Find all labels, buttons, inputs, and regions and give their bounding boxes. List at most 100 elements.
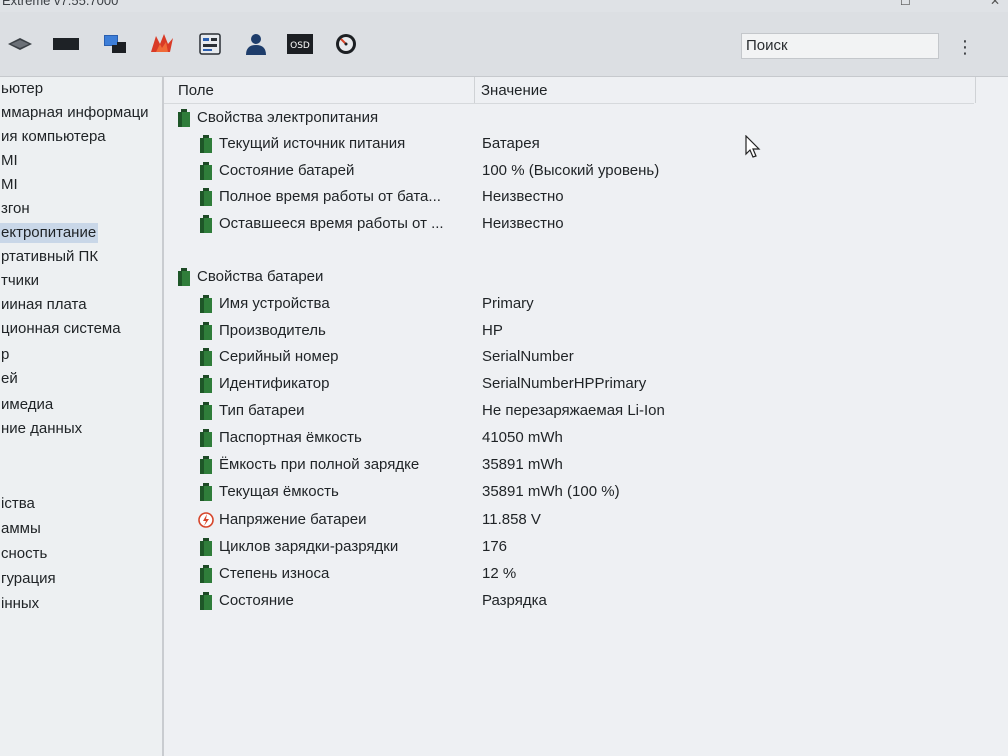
battery-icon — [200, 322, 212, 340]
table-row[interactable]: Текущая ёмкость 35891 mWh (100 %) — [164, 480, 964, 504]
network-icon[interactable] — [102, 32, 130, 56]
window-titlebar: Extreme v7.55.7000 ☐ ✕ — [0, 0, 1008, 12]
table-row[interactable]: Паспортная ёмкость 41050 mWh — [164, 426, 964, 450]
close-button[interactable]: ✕ — [990, 0, 1000, 8]
column-header-value[interactable]: Значение — [481, 82, 548, 99]
table-row[interactable]: Напряжение батареи 11.858 V — [164, 508, 964, 532]
field-label: Идентификатор — [219, 375, 330, 392]
field-label: Ёмкость при полной зарядке — [219, 456, 420, 473]
table-row[interactable]: Полное время работы от бата... Неизвестно — [164, 185, 964, 209]
table-row[interactable]: Текущий источник питания Батарея — [164, 132, 964, 156]
battery-icon — [200, 375, 212, 393]
battery-icon — [200, 135, 212, 153]
group-row[interactable]: Свойства батареи — [164, 265, 964, 289]
sidebar-item[interactable]: имедиа — [0, 395, 55, 415]
column-divider — [975, 77, 976, 103]
battery-icon — [200, 402, 212, 420]
field-value: Primary — [482, 295, 534, 312]
table-row[interactable]: Тип батареи Не перезаряжаемая Li-Ion — [164, 399, 964, 423]
battery-icon — [200, 456, 212, 474]
field-value: 100 % (Высокий уровень) — [482, 162, 660, 179]
field-label: Производитель — [219, 322, 326, 339]
battery-icon — [200, 538, 212, 556]
osd-label: OSD — [290, 41, 310, 51]
sidebar-item[interactable]: аммы — [0, 519, 43, 539]
sidebar-item[interactable]: ей — [0, 369, 20, 389]
table-row[interactable]: Идентификатор SerialNumberHPPrimary — [164, 372, 964, 396]
osd-icon[interactable]: OSD — [286, 32, 314, 56]
sidebar-item[interactable]: тчики — [0, 271, 41, 291]
field-label: Тип батареи — [219, 402, 305, 419]
battery-icon — [178, 268, 190, 286]
battery-icon — [178, 109, 190, 127]
column-header-field[interactable]: Поле — [178, 82, 214, 99]
chip-icon[interactable] — [6, 32, 34, 56]
search-input[interactable]: Поиск — [741, 33, 939, 59]
voltage-icon — [198, 512, 214, 528]
sidebar-item[interactable]: MI — [0, 151, 20, 171]
field-label: Свойства электропитания — [197, 109, 379, 126]
field-value: Неизвестно — [482, 215, 564, 232]
devices-icon[interactable] — [196, 32, 224, 56]
battery-icon — [200, 348, 212, 366]
sidebar-item[interactable]: гурация — [0, 569, 58, 589]
sidebar-item[interactable]: інных — [0, 594, 41, 614]
sidebar-item[interactable]: ние данных — [0, 419, 84, 439]
menu-icon[interactable]: ⋮ — [955, 36, 975, 58]
sidebar-item[interactable]: ииная плата — [0, 295, 89, 315]
sidebar-item[interactable]: ртативный ПК — [0, 247, 100, 267]
field-value: 11.858 V — [482, 511, 541, 528]
field-value: HP — [482, 322, 503, 339]
display-icon[interactable] — [52, 32, 80, 56]
field-label: Текущая ёмкость — [219, 483, 339, 500]
field-label: Текущий источник питания — [219, 135, 406, 152]
group-row[interactable]: Свойства электропитания — [164, 106, 964, 130]
field-value: Неизвестно — [482, 188, 564, 205]
sidebar-item[interactable] — [0, 445, 3, 465]
sidebar-item[interactable]: ьютер — [0, 79, 45, 99]
sidebar-item[interactable]: MI — [0, 175, 20, 195]
sidebar-item[interactable]: ционная система — [0, 319, 123, 339]
sidebar-item[interactable]: сность — [0, 544, 49, 564]
field-value: Не перезаряжаемая Li-Ion — [482, 402, 665, 419]
battery-icon — [200, 565, 212, 583]
field-label: Полное время работы от бата... — [219, 188, 441, 205]
table-row[interactable]: Производитель HP — [164, 319, 964, 343]
field-label: Свойства батареи — [197, 268, 324, 285]
gauge-icon[interactable] — [332, 32, 360, 56]
battery-icon — [200, 592, 212, 610]
sidebar-item[interactable] — [0, 469, 3, 489]
user-icon[interactable] — [242, 32, 270, 56]
field-label: Состояние батарей — [219, 162, 355, 179]
field-label: Напряжение батареи — [219, 511, 367, 528]
field-value: 41050 mWh — [482, 429, 563, 446]
table-row[interactable]: Состояние батарей 100 % (Высокий уровень) — [164, 159, 964, 183]
table-row[interactable]: Имя устройства Primary — [164, 292, 964, 316]
field-value: SerialNumber — [482, 348, 574, 365]
field-label: Паспортная ёмкость — [219, 429, 362, 446]
directx-icon[interactable] — [148, 32, 176, 56]
maximize-button[interactable]: ☐ — [900, 0, 911, 8]
sidebar-item[interactable]: згон — [0, 199, 32, 219]
sidebar-item[interactable]: ммарная информаци — [0, 103, 151, 123]
details-panel: Поле Значение Свойства электропитания Тек… — [164, 77, 1008, 756]
battery-icon — [200, 429, 212, 447]
column-divider[interactable] — [474, 77, 475, 103]
sidebar-item[interactable]: іства — [0, 494, 37, 514]
sidebar-item[interactable]: р — [0, 345, 11, 365]
table-row[interactable]: Циклов зарядки-разрядки 176 — [164, 535, 964, 559]
table-row[interactable]: Серийный номер SerialNumber — [164, 345, 964, 369]
battery-icon — [200, 483, 212, 501]
field-label: Имя устройства — [219, 295, 330, 312]
sidebar-item[interactable]: ия компьютера — [0, 127, 108, 147]
sidebar-item[interactable]: ектропитание — [0, 223, 99, 243]
field-label: Циклов зарядки-разрядки — [219, 538, 399, 555]
field-label: Серийный номер — [219, 348, 339, 365]
table-row[interactable]: Оставшееся время работы от ... Неизвестно — [164, 212, 964, 236]
table-row[interactable]: Степень износа 12 % — [164, 562, 964, 586]
field-value: Батарея — [482, 135, 540, 152]
field-value: Разрядка — [482, 592, 547, 609]
table-row[interactable]: Ёмкость при полной зарядке 35891 mWh — [164, 453, 964, 477]
table-row[interactable]: Состояние Разрядка — [164, 589, 964, 613]
field-label: Степень износа — [219, 565, 330, 582]
